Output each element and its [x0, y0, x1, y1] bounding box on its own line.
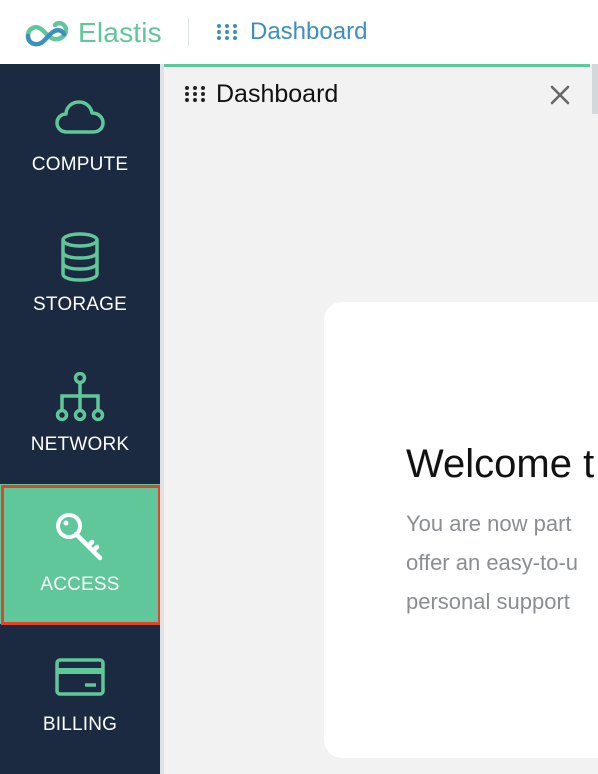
sidebar-item-billing[interactable]: BILLING — [0, 624, 160, 764]
sidebar-item-label: ACCESS — [40, 574, 120, 595]
sidebar-item-label: NETWORK — [30, 434, 130, 455]
breadcrumb[interactable]: Dashboard — [216, 17, 367, 47]
breadcrumb-label: Dashboard — [250, 18, 368, 45]
tab-dashboard[interactable]: Dashboard — [164, 64, 590, 123]
network-icon — [53, 370, 107, 424]
infinity-cloud-icon — [25, 20, 69, 47]
welcome-heading: Welcome t — [406, 442, 595, 486]
sidebar-item-label: COMPUTE — [31, 154, 129, 175]
cloud-icon — [53, 90, 107, 144]
sidebar-item-storage[interactable]: STORAGE — [0, 204, 160, 344]
tab-title: Dashboard — [216, 80, 339, 108]
sidebar: COMPUTE STORAGE NETWORK ACCESS BILLING — [0, 64, 161, 774]
brand-name: Elastis — [78, 17, 162, 48]
sidebar-item-network[interactable]: NETWORK — [0, 344, 160, 484]
welcome-card: Welcome t You are now part offer an easy… — [324, 302, 598, 758]
header-divider — [188, 18, 189, 46]
grid-dots-icon — [217, 24, 237, 40]
welcome-text-line: You are now part — [406, 511, 572, 536]
brand-logo[interactable]: Elastis — [22, 16, 162, 50]
welcome-text-line: offer an easy-to-u — [406, 550, 579, 575]
drag-handle-icon[interactable] — [184, 85, 206, 103]
main-content: Dashboard Welcome t You are now part off… — [164, 64, 598, 774]
sidebar-item-access[interactable]: ACCESS — [0, 484, 161, 625]
database-icon — [53, 230, 107, 284]
sidebar-item-label: STORAGE — [33, 294, 127, 315]
tab-scrollbar[interactable] — [592, 64, 598, 114]
close-icon[interactable] — [548, 83, 572, 107]
top-header: Elastis Dashboard — [0, 0, 598, 64]
credit-card-icon — [53, 650, 107, 704]
sidebar-item-label: BILLING — [42, 714, 118, 735]
welcome-text-line: personal support — [406, 589, 570, 614]
sidebar-item-compute[interactable]: COMPUTE — [0, 64, 160, 204]
key-icon — [53, 510, 107, 564]
